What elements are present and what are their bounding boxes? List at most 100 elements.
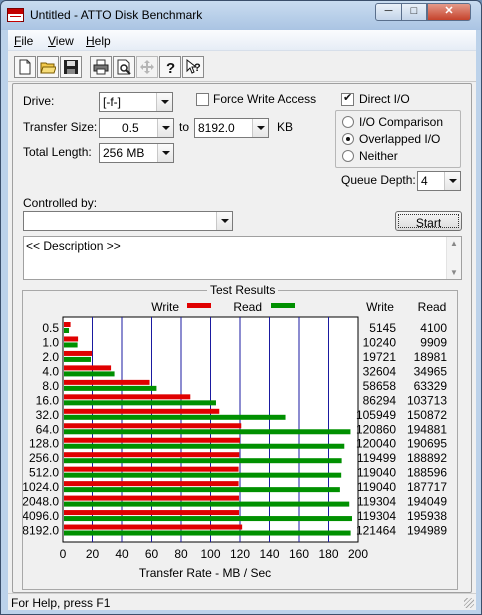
- queue-depth-select[interactable]: 4: [417, 171, 461, 191]
- description-scrollbar[interactable]: ▲ ▼: [446, 237, 461, 279]
- scroll-up-icon[interactable]: ▲: [450, 239, 458, 248]
- save-icon: [64, 60, 78, 74]
- maximize-button[interactable]: □: [401, 3, 427, 21]
- queue-depth-label: Queue Depth:: [341, 173, 416, 187]
- close-button[interactable]: ✕: [427, 3, 471, 21]
- new-button[interactable]: [14, 56, 36, 78]
- read-bar: [64, 414, 286, 420]
- x-tick-label: 160: [289, 547, 309, 561]
- write-value: 105949: [356, 408, 396, 422]
- read-value: 194049: [407, 495, 447, 509]
- drive-value: [-f-]: [103, 95, 121, 109]
- write-value: 10240: [363, 335, 397, 349]
- write-bar: [64, 408, 220, 414]
- read-value: 34965: [414, 364, 448, 378]
- context-help-icon: ?: [186, 59, 201, 74]
- col-write-header: Write: [366, 300, 394, 314]
- open-button[interactable]: [37, 56, 59, 78]
- category-label: 8.0: [42, 379, 59, 393]
- scroll-down-icon[interactable]: ▼: [450, 268, 458, 277]
- print-preview-button[interactable]: [113, 56, 135, 78]
- category-labels: 0.51.02.04.08.016.032.064.0128.0256.0512…: [23, 321, 59, 538]
- read-value: 9909: [420, 335, 447, 349]
- read-bar: [64, 429, 351, 435]
- about-button[interactable]: ?: [159, 56, 181, 78]
- app-window: Untitled - ATTO Disk Benchmark ─ □ ✕ Fil…: [0, 0, 482, 615]
- io-comparison-radio[interactable]: [342, 116, 354, 128]
- read-value: 4100: [420, 321, 447, 335]
- chevron-down-icon: [157, 144, 173, 162]
- category-label: 1024.0: [23, 480, 59, 494]
- x-tick-label: 80: [174, 547, 188, 561]
- read-bar: [64, 472, 342, 478]
- read-value: 188892: [407, 451, 447, 465]
- write-bar: [64, 437, 241, 443]
- title-bar[interactable]: Untitled - ATTO Disk Benchmark ─ □ ✕: [1, 1, 481, 30]
- category-label: 16.0: [36, 393, 60, 407]
- category-label: 4096.0: [23, 509, 59, 523]
- read-bar: [64, 342, 78, 348]
- print-button[interactable]: [90, 56, 112, 78]
- total-length-value: 256 MB: [103, 146, 145, 160]
- category-label: 256.0: [29, 451, 59, 465]
- transfer-from-select[interactable]: 0.5: [99, 118, 174, 138]
- io-comparison-label: I/O Comparison: [359, 115, 444, 129]
- value-columns: 5145 4100 10240 9909 19721 18981 32604 34965 586…: [356, 321, 447, 538]
- force-write-checkbox[interactable]: [196, 93, 209, 106]
- neither-radio[interactable]: [342, 150, 354, 162]
- write-value: 121464: [356, 524, 396, 538]
- category-label: 2.0: [42, 350, 59, 364]
- write-bar: [64, 394, 191, 400]
- write-value: 5145: [369, 321, 396, 335]
- menu-file[interactable]: File: [14, 34, 33, 48]
- write-value: 120860: [356, 422, 396, 436]
- transfer-size-label: Transfer Size:: [23, 120, 98, 134]
- category-label: 0.5: [42, 321, 59, 335]
- x-tick-labels: 0 20 40 60 80 100 120 140 160 180 200: [60, 547, 369, 561]
- read-value: 150872: [407, 408, 447, 422]
- legend-read-swatch: [271, 303, 295, 308]
- move-button[interactable]: [136, 56, 158, 78]
- context-help-button[interactable]: ?: [182, 56, 204, 78]
- minimize-button[interactable]: ─: [375, 3, 402, 21]
- total-length-select[interactable]: 256 MB: [99, 143, 174, 163]
- write-value: 119304: [357, 509, 396, 523]
- write-bar: [64, 322, 71, 327]
- x-tick-label: 120: [230, 547, 250, 561]
- read-value: 190695: [407, 437, 447, 451]
- legend-write-label: Write: [151, 300, 179, 314]
- drive-select[interactable]: [-f-]: [99, 92, 173, 112]
- write-value: 119304: [357, 495, 396, 509]
- menu-help[interactable]: Help: [86, 34, 111, 48]
- window-title: Untitled - ATTO Disk Benchmark: [30, 8, 203, 22]
- read-bar: [64, 516, 353, 522]
- total-length-label: Total Length:: [23, 145, 92, 159]
- controlled-by-select[interactable]: [23, 211, 233, 231]
- x-tick-label: 60: [145, 547, 159, 561]
- category-label: 512.0: [29, 466, 59, 480]
- write-value: 119040: [357, 480, 396, 494]
- new-icon: [19, 59, 31, 75]
- read-value: 187717: [407, 480, 447, 494]
- description-box[interactable]: << Description >> ▲ ▼: [23, 236, 462, 280]
- menu-bar: File View Help: [8, 30, 476, 51]
- write-value: 19721: [363, 350, 397, 364]
- to-label: to: [179, 120, 190, 134]
- save-button[interactable]: [60, 56, 82, 78]
- print-preview-icon: [117, 59, 131, 75]
- overlapped-io-radio[interactable]: [342, 133, 354, 145]
- read-value: 18981: [414, 350, 448, 364]
- read-bar: [64, 530, 351, 536]
- direct-io-checkbox[interactable]: [341, 91, 354, 106]
- read-bar: [64, 443, 345, 449]
- transfer-to-select[interactable]: 8192.0: [194, 118, 269, 138]
- category-label: 2048.0: [23, 495, 59, 509]
- read-value: 194989: [407, 524, 447, 538]
- resize-grip-icon[interactable]: [464, 598, 474, 608]
- force-write-label: Force Write Access: [213, 92, 317, 106]
- description-text: << Description >>: [26, 239, 121, 253]
- start-button[interactable]: Start: [395, 211, 462, 231]
- category-label: 4.0: [42, 364, 59, 378]
- x-tick-label: 40: [115, 547, 129, 561]
- menu-view[interactable]: View: [48, 34, 74, 48]
